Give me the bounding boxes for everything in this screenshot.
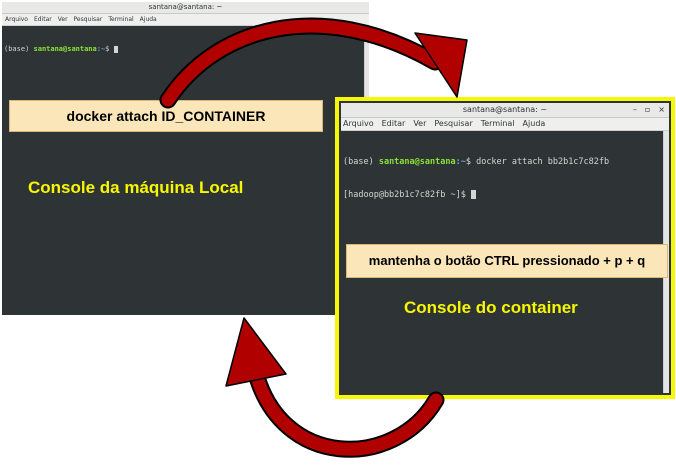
- container-prompt: [hadoop@bb2b1c7c82fb ~]$: [343, 190, 471, 200]
- local-terminal-title: santana@santana: ~: [148, 3, 223, 11]
- terminal-line: [hadoop@bb2b1c7c82fb ~]$: [343, 190, 609, 201]
- menu-terminal[interactable]: Terminal: [108, 14, 133, 25]
- maximize-icon[interactable]: ▫: [645, 103, 650, 117]
- close-icon[interactable]: ×: [658, 103, 665, 117]
- menu-arquivo[interactable]: Arquivo: [5, 14, 28, 25]
- detach-keys-note: mantenha o botão CTRL pressionado + p + …: [346, 244, 668, 278]
- menu-ver[interactable]: Ver: [413, 118, 426, 130]
- local-terminal-screen[interactable]: (base) santana@santana:~$: [4, 27, 118, 72]
- menu-ajuda[interactable]: Ajuda: [523, 118, 546, 130]
- terminal-line: (base) santana@santana:~$: [4, 45, 118, 54]
- menu-editar[interactable]: Editar: [382, 118, 406, 130]
- menu-pesquisar[interactable]: Pesquisar: [74, 14, 103, 25]
- env-prefix: (base): [343, 157, 379, 167]
- prompt-user: santana@santana: [33, 45, 97, 53]
- container-console-caption: Console do container: [404, 298, 578, 317]
- local-terminal-window[interactable]: santana@santana: ~ Arquivo Editar Ver Pe…: [2, 2, 369, 315]
- prompt-user: santana@santana: [378, 157, 456, 167]
- command-text: $ docker attach bb2b1c7c82fb: [465, 157, 610, 167]
- text-cursor: [470, 190, 476, 199]
- menu-editar[interactable]: Editar: [34, 14, 52, 25]
- menu-arquivo[interactable]: Arquivo: [343, 118, 374, 130]
- text-cursor: [113, 45, 118, 53]
- minimize-icon[interactable]: –: [633, 103, 637, 117]
- terminal-line: (base) santana@santana:~$ docker attach …: [343, 157, 609, 168]
- container-terminal-titlebar[interactable]: santana@santana: ~ – ▫ ×: [341, 103, 669, 118]
- container-terminal-screen[interactable]: (base) santana@santana:~$ docker attach …: [343, 135, 609, 223]
- env-prefix: (base): [4, 45, 34, 53]
- prompt-path: :~: [455, 157, 466, 167]
- local-terminal-menubar: Arquivo Editar Ver Pesquisar Terminal Aj…: [2, 14, 369, 26]
- container-terminal-title: santana@santana: ~: [462, 105, 548, 114]
- local-console-caption: Console da máquina Local: [28, 178, 244, 197]
- menu-ajuda[interactable]: Ajuda: [140, 14, 157, 25]
- local-terminal-titlebar[interactable]: santana@santana: ~: [2, 2, 369, 14]
- attach-command-note: docker attach ID_CONTAINER: [9, 100, 323, 132]
- window-controls: – ▫ ×: [633, 103, 665, 117]
- prompt-symbol: $: [105, 45, 114, 53]
- prompt-path: :~: [96, 45, 106, 53]
- menu-ver[interactable]: Ver: [58, 14, 68, 25]
- menu-pesquisar[interactable]: Pesquisar: [434, 118, 472, 130]
- container-terminal-menubar: Arquivo Editar Ver Pesquisar Terminal Aj…: [341, 118, 669, 131]
- menu-terminal[interactable]: Terminal: [481, 118, 515, 130]
